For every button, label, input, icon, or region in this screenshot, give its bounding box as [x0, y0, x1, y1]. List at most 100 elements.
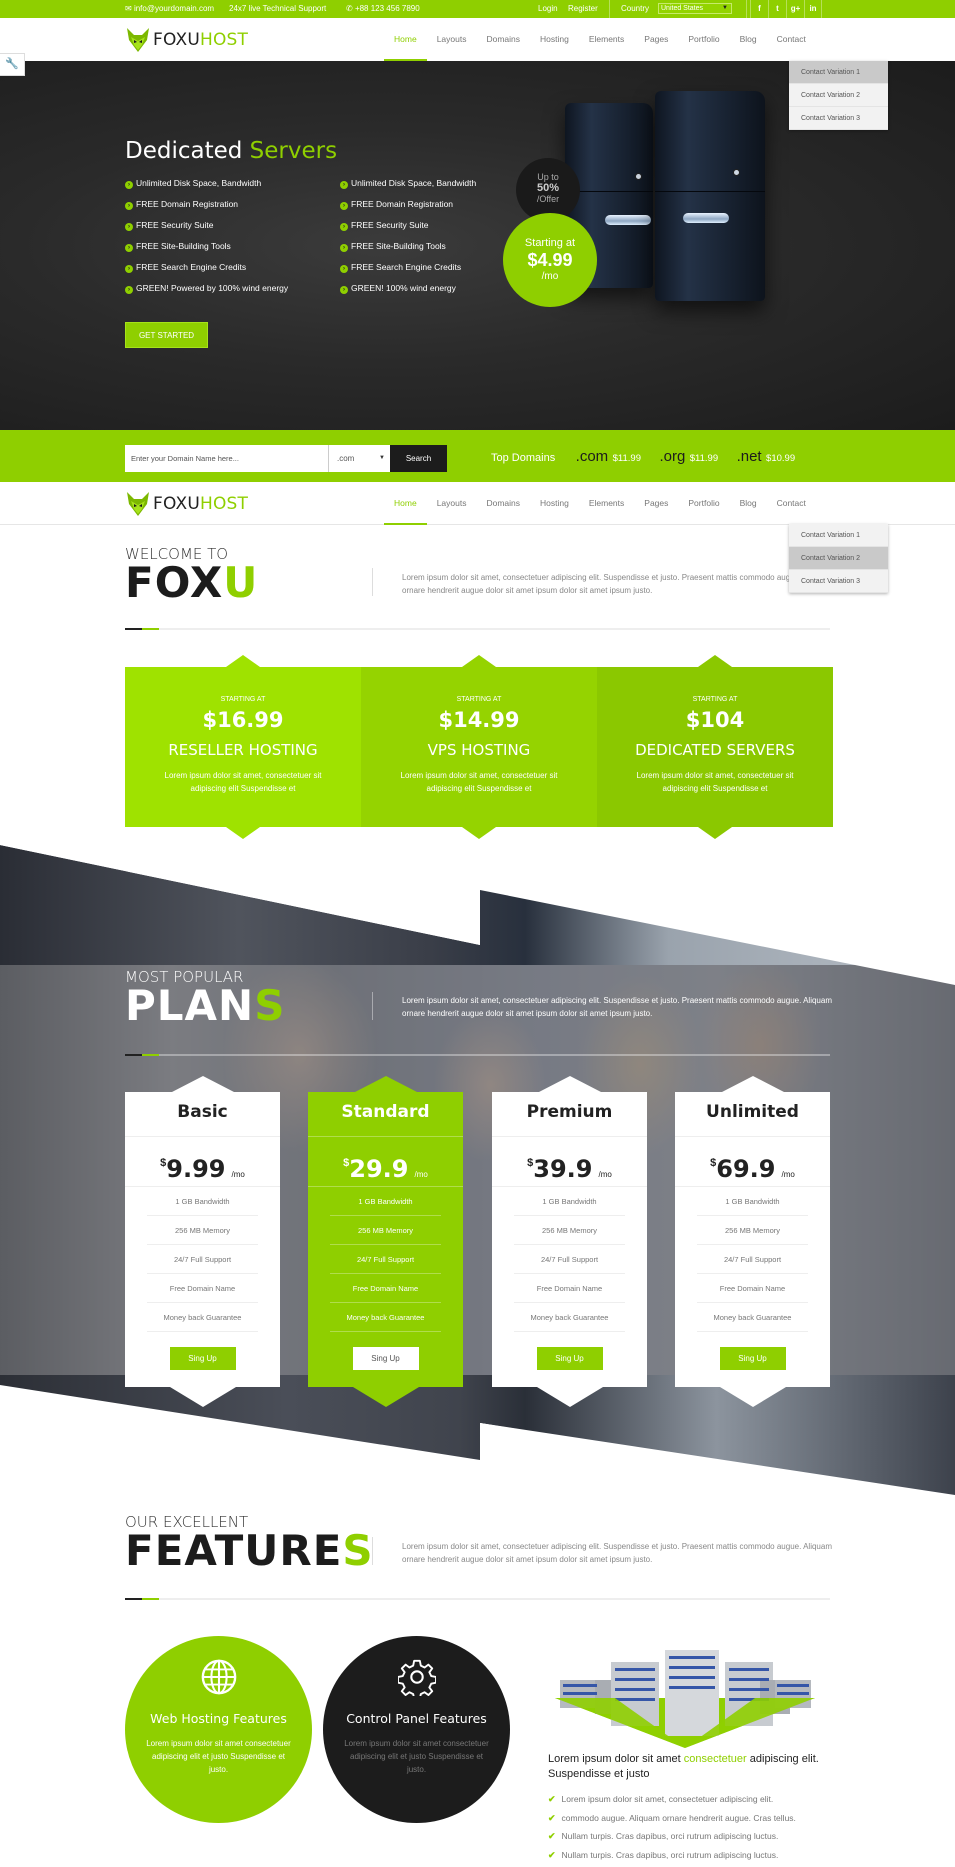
nav-hosting[interactable]: Hosting: [530, 18, 579, 61]
facebook-icon[interactable]: f: [750, 0, 768, 18]
logo[interactable]: FOXUHOST: [127, 491, 248, 517]
sticky-header: FOXUHOST Home Layouts Domains Hosting El…: [0, 482, 955, 525]
contact-variation-2[interactable]: Contact Variation 2: [789, 547, 888, 570]
nav-elements[interactable]: Elements: [579, 18, 634, 61]
signup-button[interactable]: Sing Up: [352, 1347, 419, 1370]
datacenter-image: [555, 1650, 815, 1748]
envelope-icon: ✉: [125, 4, 132, 13]
plan-name: Premium: [492, 1092, 647, 1137]
plan-feature: 24/7 Full Support: [147, 1245, 258, 1274]
contact-variation-3[interactable]: Contact Variation 3: [789, 107, 888, 130]
nav-elements[interactable]: Elements: [579, 482, 634, 525]
nav-hosting[interactable]: Hosting: [530, 482, 579, 525]
list-item: ✔ commodo augue. Aliquam ornare hendrerit…: [548, 1812, 796, 1823]
arrow-circle-icon: ›: [125, 223, 133, 231]
signup-button[interactable]: Sing Up: [536, 1347, 603, 1370]
plan-feature: Free Domain Name: [330, 1274, 441, 1303]
contact-variation-1[interactable]: Contact Variation 1: [789, 61, 888, 84]
email-contact[interactable]: ✉ info@yourdomain.com: [125, 4, 214, 13]
signup-button[interactable]: Sing Up: [169, 1347, 236, 1370]
nav-domains[interactable]: Domains: [476, 482, 530, 525]
plan-feature: 256 MB Memory: [330, 1216, 441, 1245]
plan-feature: 24/7 Full Support: [697, 1245, 808, 1274]
service-box-dedicated[interactable]: STARTING AT $104 DEDICATED SERVERS Lorem…: [597, 655, 833, 839]
twitter-icon[interactable]: t: [768, 0, 786, 18]
plan-name: Standard: [308, 1092, 463, 1137]
register-link[interactable]: Register: [568, 4, 598, 13]
service-box-vps[interactable]: STARTING AT $14.99 VPS HOSTING Lorem ips…: [361, 655, 597, 839]
nav-contact[interactable]: Contact: [767, 482, 816, 525]
arrow-circle-icon: ›: [340, 202, 348, 210]
phone-icon: ✆: [346, 4, 353, 13]
hero-features-right: › Unlimited Disk Space, Bandwidth › FREE D…: [340, 176, 476, 302]
nav-blog[interactable]: Blog: [730, 482, 767, 525]
domain-input[interactable]: Enter your Domain Name here...: [125, 445, 328, 472]
nav-contact[interactable]: Contact: [767, 18, 816, 61]
nav-portfolio[interactable]: Portfolio: [678, 482, 729, 525]
feature-web-hosting[interactable]: Web Hosting Features Lorem ipsum dolor s…: [125, 1636, 312, 1823]
get-started-button[interactable]: GET STARTED: [125, 322, 208, 348]
plan-card-basic: Basic $9.99/mo 1 GB Bandwidth 256 MB Mem…: [125, 1076, 280, 1407]
plan-price: $69.9/mo: [675, 1137, 830, 1187]
support-text: 24x7 live Technical Support: [229, 4, 327, 13]
domain-ext: .net: [736, 448, 762, 465]
nav-pages[interactable]: Pages: [634, 482, 678, 525]
country-select[interactable]: United States ▼: [658, 3, 732, 14]
divider: [372, 568, 373, 596]
tld-select[interactable]: .com ▼: [328, 445, 390, 472]
hero-features-left: › Unlimited Disk Space, Bandwidth › FREE D…: [125, 176, 288, 302]
nav-blog[interactable]: Blog: [730, 18, 767, 61]
feature-control-panel[interactable]: Control Panel Features Lorem ipsum dolor…: [323, 1636, 510, 1823]
checkmark-icon: ✔: [548, 1849, 556, 1860]
signup-button[interactable]: Sing Up: [719, 1347, 786, 1370]
welcome-text: Lorem ipsum dolor sit amet, consectetuer…: [402, 573, 832, 595]
wrench-icon[interactable]: 🔧: [0, 53, 25, 76]
plan-feature: 24/7 Full Support: [330, 1245, 441, 1274]
features-checklist: ✔ Lorem ipsum dolor sit amet, consectetue…: [548, 1790, 796, 1864]
plan-feature: Money back Guarantee: [697, 1303, 808, 1332]
brand-name: FOXUHOST: [153, 30, 249, 50]
domain-price: $10.99: [766, 453, 796, 464]
list-item: › FREE Search Engine Credits: [125, 260, 288, 281]
service-box-reseller[interactable]: STARTING AT $16.99 RESELLER HOSTING Lore…: [125, 655, 361, 839]
sticky-nav: Home Layouts Domains Hosting Elements Pa…: [384, 482, 816, 525]
phone-contact[interactable]: ✆ +88 123 456 7890: [346, 4, 420, 13]
nav-home[interactable]: Home: [384, 18, 427, 61]
section-rule: [125, 1054, 830, 1056]
contact-variation-1[interactable]: Contact Variation 1: [789, 524, 888, 547]
list-item: › GREEN! 100% wind energy: [340, 281, 476, 302]
linkedin-icon[interactable]: in: [804, 0, 822, 18]
domain-search-bar: Enter your Domain Name here... .com ▼ Sea…: [0, 430, 955, 482]
globe-icon: [201, 1659, 236, 1695]
arrow-circle-icon: ›: [340, 244, 348, 252]
contact-variation-2[interactable]: Contact Variation 2: [789, 84, 888, 107]
divider: [372, 1537, 373, 1565]
login-link[interactable]: Login: [538, 4, 558, 13]
contact-variation-3[interactable]: Contact Variation 3: [789, 570, 888, 593]
email-text: info@yourdomain.com: [133, 4, 215, 13]
logo[interactable]: FOXUHOST: [127, 27, 248, 53]
search-button[interactable]: Search: [390, 445, 447, 472]
main-nav: Home Layouts Domains Hosting Elements Pa…: [384, 18, 816, 61]
service-desc: Lorem ipsum dolor sit amet, consectetuer…: [636, 771, 794, 793]
country-value: United States: [661, 5, 704, 12]
arrow-circle-icon: ›: [340, 181, 348, 189]
nav-domains[interactable]: Domains: [476, 18, 530, 61]
section-rule: [125, 628, 830, 630]
nav-layouts[interactable]: Layouts: [427, 18, 477, 61]
features-text: Lorem ipsum dolor sit amet, consectetuer…: [402, 1542, 832, 1564]
plan-feature: Money back Guarantee: [514, 1303, 625, 1332]
nav-layouts[interactable]: Layouts: [427, 482, 477, 525]
arrow-circle-icon: ›: [125, 265, 133, 273]
google-plus-icon[interactable]: g+: [786, 0, 804, 18]
nav-pages[interactable]: Pages: [634, 18, 678, 61]
list-item: ✔ Lorem ipsum dolor sit amet, consectetue…: [548, 1794, 774, 1804]
nav-home[interactable]: Home: [384, 482, 427, 525]
contact-dropdown: Contact Variation 1 Contact Variation 2 …: [789, 524, 888, 593]
nav-portfolio[interactable]: Portfolio: [678, 18, 729, 61]
plan-feature: 256 MB Memory: [147, 1216, 258, 1245]
domain-ext: .org: [659, 448, 686, 465]
features-paragraph: Lorem ipsum dolor sit amet consectetuer …: [548, 1753, 819, 1780]
brand-name: FOXUHOST: [153, 494, 249, 514]
arrow-circle-icon: ›: [340, 265, 348, 273]
